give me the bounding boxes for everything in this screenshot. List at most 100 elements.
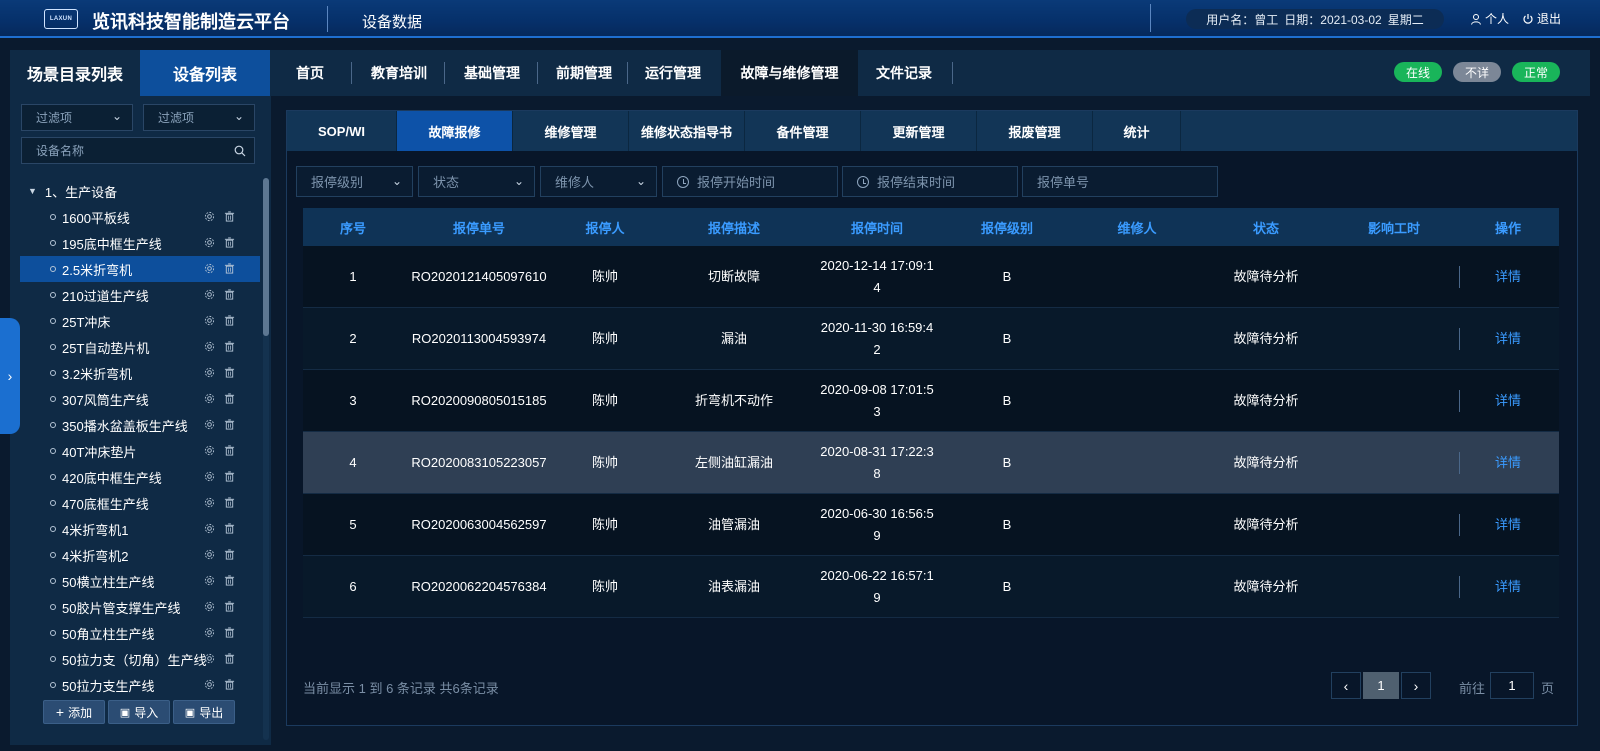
tree-item[interactable]: 50拉力支生产线: [20, 672, 260, 698]
repairer-select[interactable]: 维修人 ⌄: [540, 166, 657, 197]
sub-tab[interactable]: 维修状态指导书: [629, 111, 745, 151]
sub-tab[interactable]: SOP/WI: [287, 111, 397, 151]
settings-icon[interactable]: [204, 289, 215, 300]
settings-icon[interactable]: [204, 523, 215, 534]
tree-item[interactable]: 4米折弯机1: [20, 516, 260, 542]
trash-icon[interactable]: [224, 575, 235, 586]
trash-icon[interactable]: [224, 237, 235, 248]
page-number-current[interactable]: 1: [1363, 672, 1399, 699]
trash-icon[interactable]: [224, 315, 235, 326]
settings-icon[interactable]: [204, 575, 215, 586]
tree-item[interactable]: 1600平板线: [20, 204, 260, 230]
tree-item[interactable]: 195底中框生产线: [20, 230, 260, 256]
nav-item[interactable]: 基础管理: [449, 50, 535, 96]
personal-button[interactable]: 个人: [1470, 10, 1509, 27]
tree-item[interactable]: 350播水盆盖板生产线: [20, 412, 260, 438]
detail-link[interactable]: 详情: [1457, 432, 1559, 494]
filter-select-2[interactable]: 过滤项 ⌄: [143, 104, 255, 131]
device-search-input[interactable]: 设备名称: [21, 137, 255, 164]
tree-item[interactable]: 210过道生产线: [20, 282, 260, 308]
sidebar-toggle[interactable]: ›: [0, 318, 20, 434]
tree-item[interactable]: 2.5米折弯机: [20, 256, 260, 282]
settings-icon[interactable]: [204, 211, 215, 222]
tree-item[interactable]: 470底框生产线: [20, 490, 260, 516]
detail-link[interactable]: 详情: [1457, 370, 1559, 432]
table-row[interactable]: 6 RO2020062204576384 陈帅 油表漏油 2020-06-22 16:5…: [303, 556, 1559, 618]
trash-icon[interactable]: [224, 367, 235, 378]
nav-item[interactable]: 文件记录: [858, 50, 950, 96]
trash-icon[interactable]: [224, 263, 235, 274]
next-page-button[interactable]: ›: [1401, 672, 1431, 699]
sub-tab[interactable]: 更新管理: [861, 111, 977, 151]
tab-device-list[interactable]: 设备列表: [140, 50, 270, 96]
status-select[interactable]: 状态 ⌄: [418, 166, 535, 197]
filter-select-1[interactable]: 过滤项 ⌄: [21, 104, 133, 131]
nav-item[interactable]: 教育培训: [356, 50, 442, 96]
settings-icon[interactable]: [204, 549, 215, 560]
trash-icon[interactable]: [224, 497, 235, 508]
tree-scrollbar-thumb[interactable]: [263, 178, 269, 336]
logout-button[interactable]: 退出: [1522, 10, 1561, 27]
detail-link[interactable]: 详情: [1457, 494, 1559, 556]
end-time-input[interactable]: 报停结束时间: [842, 166, 1018, 197]
tree-item[interactable]: 25T自动垫片机: [20, 334, 260, 360]
tree-item[interactable]: 40T冲床垫片: [20, 438, 260, 464]
sub-tab[interactable]: 报废管理: [977, 111, 1093, 151]
trash-icon[interactable]: [224, 393, 235, 404]
trash-icon[interactable]: [224, 523, 235, 534]
trash-icon[interactable]: [224, 601, 235, 612]
settings-icon[interactable]: [204, 445, 215, 456]
table-row[interactable]: 4 RO2020083105223057 陈帅 左侧油缸漏油 2020-08-31 17…: [303, 432, 1559, 494]
tree-item[interactable]: 420底中框生产线: [20, 464, 260, 490]
export-button[interactable]: ▣ 导出: [173, 700, 235, 724]
tree-item[interactable]: 4米折弯机2: [20, 542, 260, 568]
settings-icon[interactable]: [204, 627, 215, 638]
nav-item[interactable]: 运行管理: [632, 50, 714, 96]
tree-scrollbar[interactable]: [263, 178, 269, 740]
settings-icon[interactable]: [204, 263, 215, 274]
settings-icon[interactable]: [204, 419, 215, 430]
settings-icon[interactable]: [204, 341, 215, 352]
table-row[interactable]: 5 RO2020063004562597 陈帅 油管漏油 2020-06-30 16:5…: [303, 494, 1559, 556]
goto-page-input[interactable]: 1: [1490, 672, 1534, 699]
settings-icon[interactable]: [204, 601, 215, 612]
settings-icon[interactable]: [204, 471, 215, 482]
trash-icon[interactable]: [224, 627, 235, 638]
settings-icon[interactable]: [204, 237, 215, 248]
tree-item[interactable]: 25T冲床: [20, 308, 260, 334]
tree-item[interactable]: 50横立柱生产线: [20, 568, 260, 594]
settings-icon[interactable]: [204, 393, 215, 404]
trash-icon[interactable]: [224, 549, 235, 560]
tree-item[interactable]: 50胶片管支撑生产线: [20, 594, 260, 620]
settings-icon[interactable]: [204, 367, 215, 378]
sub-tab[interactable]: 统计: [1093, 111, 1181, 151]
trash-icon[interactable]: [224, 289, 235, 300]
trash-icon[interactable]: [224, 679, 235, 690]
table-row[interactable]: 2 RO2020113004593974 陈帅 漏油 2020-11-30 16:59:…: [303, 308, 1559, 370]
caret-down-icon[interactable]: ▼: [28, 186, 37, 196]
trash-icon[interactable]: [224, 445, 235, 456]
order-no-input[interactable]: 报停单号: [1022, 166, 1218, 197]
settings-icon[interactable]: [204, 679, 215, 690]
import-button[interactable]: ▣ 导入: [108, 700, 170, 724]
sub-tab[interactable]: 故障报修: [397, 111, 513, 151]
detail-link[interactable]: 详情: [1457, 246, 1559, 308]
trash-icon[interactable]: [224, 419, 235, 430]
tab-scene-directory[interactable]: 场景目录列表: [10, 50, 140, 96]
tree-item[interactable]: 50角立柱生产线: [20, 620, 260, 646]
settings-icon[interactable]: [204, 653, 215, 664]
tree-item[interactable]: 3.2米折弯机: [20, 360, 260, 386]
start-time-input[interactable]: 报停开始时间: [662, 166, 838, 197]
nav-item[interactable]: 首页: [271, 50, 349, 96]
tree-item[interactable]: 50拉力支（切角）生产线: [20, 646, 260, 672]
tree-item[interactable]: 307风筒生产线: [20, 386, 260, 412]
sub-tab[interactable]: 备件管理: [745, 111, 861, 151]
table-row[interactable]: 3 RO2020090805015185 陈帅 折弯机不动作 2020-09-08 17…: [303, 370, 1559, 432]
detail-link[interactable]: 详情: [1457, 308, 1559, 370]
search-icon[interactable]: [234, 145, 246, 157]
nav-item[interactable]: 前期管理: [543, 50, 625, 96]
sub-tab[interactable]: 维修管理: [513, 111, 629, 151]
table-row[interactable]: 1 RO2020121405097610 陈帅 切断故障 2020-12-14 17:0…: [303, 246, 1559, 308]
settings-icon[interactable]: [204, 497, 215, 508]
nav-item[interactable]: 故障与维修管理: [721, 50, 858, 96]
